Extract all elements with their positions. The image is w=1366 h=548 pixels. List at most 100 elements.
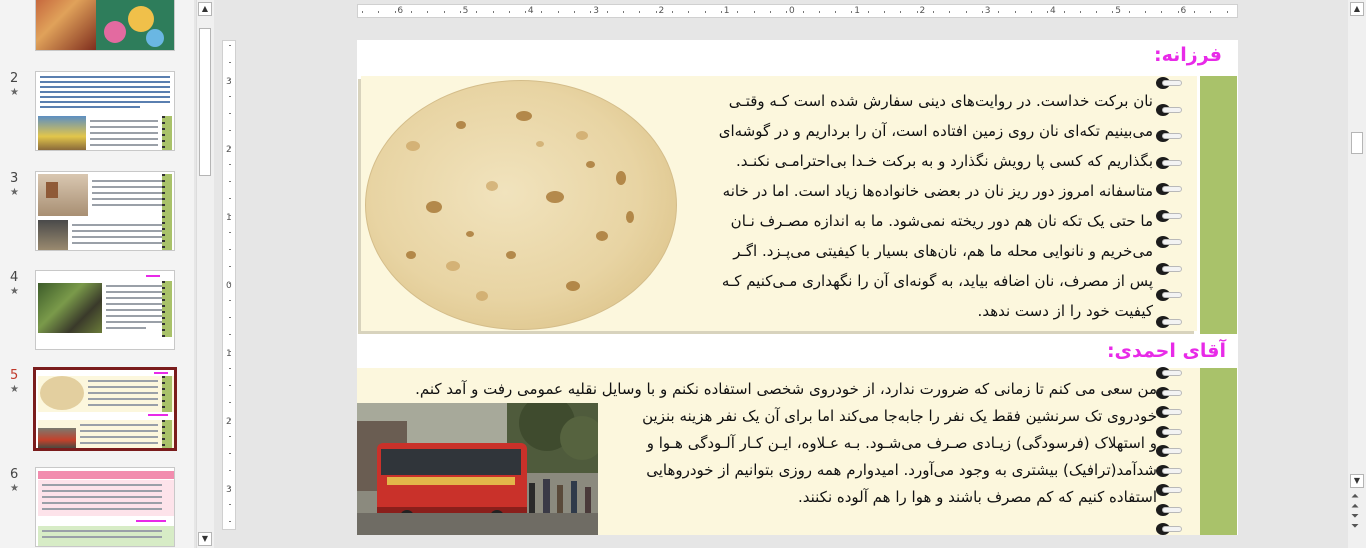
ruler-tick [229, 130, 231, 132]
ruler-tick [410, 11, 412, 13]
ruler-tick [229, 470, 231, 472]
slide-number: 4 [10, 270, 19, 285]
slide-number: 6 [10, 467, 19, 482]
ruler-tick [704, 11, 706, 13]
paragraph-line: می‌خریم و نانوایی محله ما هم، نان‌های بس… [733, 242, 1153, 260]
paragraph-line: شدآمد(ترافیک) بیشتری به وجود می‌آورد. ام… [646, 461, 1157, 479]
paragraph-line: ما حتی یک تکه نان هم دور ریخته نمی‌شود. … [730, 212, 1153, 230]
ruler-tick [1128, 11, 1130, 13]
slide-scrollbar[interactable]: ▲ ▼ ⏶ ⏶ ⏷ ⏷ [1348, 0, 1366, 548]
ruler-tick [492, 11, 494, 13]
paragraph-line: می‌بینیم تکه‌ای نان روی زمین افتاده است،… [718, 122, 1153, 140]
ruler-tick [443, 11, 445, 13]
ruler-tick [229, 96, 231, 98]
ruler-tick [541, 11, 543, 13]
ruler-tick [574, 11, 576, 13]
slide-thumbnail-5-selected[interactable] [33, 367, 177, 451]
ruler-tick [737, 11, 739, 13]
slide-canvas[interactable]: فرزانه: نان برکت خداست. در روایت‌های دین… [357, 40, 1238, 535]
notebook-spine [1200, 76, 1237, 334]
ring-icon [1156, 483, 1182, 497]
ruler-tick [1226, 11, 1228, 13]
scroll-thumb[interactable] [199, 28, 211, 176]
vertical-ruler[interactable]: 3210123 [222, 40, 236, 530]
ruler-tick [229, 436, 231, 438]
next-slide-icon[interactable]: ⏷ ⏷ [1351, 512, 1359, 532]
star-icon: ★ [10, 384, 19, 395]
ruler-tick [229, 334, 231, 336]
ruler-tick [508, 11, 510, 13]
ruler-number: 3 [593, 6, 599, 16]
star-icon: ★ [10, 483, 19, 494]
paragraph-ahmadi-intro[interactable]: من سعی می کنم تا زمانی که ضرورت ندارد، ا… [387, 376, 1157, 403]
ruler-number: 0 [788, 6, 795, 16]
ring-icon [1156, 156, 1182, 170]
ring-icon [1156, 425, 1182, 439]
horizontal-ruler[interactable]: 6 5 4 3 2 1 0 1 2 3 4 5 6 [357, 4, 1238, 18]
scroll-down-icon[interactable]: ▼ [1350, 474, 1364, 488]
scroll-down-icon[interactable]: ▼ [198, 532, 212, 546]
ruler-tick [786, 11, 788, 13]
slide-thumbnail-4[interactable] [35, 270, 175, 350]
ruler-tick [229, 453, 231, 455]
ruler-tick [606, 11, 608, 13]
ruler-tick [229, 113, 231, 115]
bread-spot [466, 231, 474, 237]
ruler-tick [998, 11, 1000, 13]
ruler-tick [1096, 11, 1098, 13]
ruler-tick [1030, 11, 1032, 13]
ruler-number: 4 [527, 6, 534, 16]
scroll-thumb[interactable] [1351, 132, 1363, 154]
bread-spot [576, 131, 588, 140]
ring-icon [1156, 103, 1182, 117]
ruler-tick [427, 11, 429, 13]
paragraph-line: کیفیت خود را از دست ندهد. [977, 302, 1153, 320]
paragraph-line: پس از مصرف، نان اضافه بیاید، به گونه‌ای … [721, 272, 1153, 290]
ruler-tick [965, 11, 967, 13]
scroll-up-icon[interactable]: ▲ [198, 2, 212, 16]
paragraph-farzaneh[interactable]: نان برکت خداست. در روایت‌های دینی سفارش … [685, 86, 1153, 326]
ruler-tick [229, 351, 231, 353]
bread-spot [406, 141, 420, 151]
ring-icon [1156, 366, 1182, 380]
ruler-tick [590, 11, 592, 13]
ruler-tick [933, 11, 935, 13]
ruler-number: 1 [723, 6, 730, 16]
ruler-tick [1047, 11, 1049, 13]
bread-spot [596, 231, 608, 241]
paragraph-ahmadi[interactable]: خودروی تک سرنشین فقط یک نفر را جابه‌جا م… [607, 403, 1157, 511]
bus-photo [357, 403, 598, 535]
ruler-tick [229, 164, 231, 166]
ruler-tick [229, 147, 231, 149]
ruler-tick [459, 11, 461, 13]
ruler-tick [688, 11, 690, 13]
ruler-tick [525, 11, 527, 13]
ruler-tick [229, 249, 231, 251]
ruler-tick [229, 181, 231, 183]
ruler-tick [229, 283, 231, 285]
slide-thumbnail-1[interactable] [35, 0, 175, 51]
ruler-tick [229, 62, 231, 63]
prev-slide-icon[interactable]: ⏶ ⏶ [1351, 492, 1359, 512]
bus-photo-drawing [357, 403, 598, 535]
slide-thumbnail-6[interactable] [35, 467, 175, 547]
slide-number: 5 [10, 368, 19, 383]
ring-icon [1156, 262, 1182, 276]
ruler-tick [1177, 11, 1179, 13]
heading-farzaneh[interactable]: فرزانه: [1154, 44, 1222, 66]
ruler-tick [655, 11, 657, 13]
ring-icon [1156, 182, 1182, 196]
thumbnail-scrollbar[interactable]: ▲ ▼ [196, 0, 214, 548]
scroll-up-icon[interactable]: ▲ [1350, 2, 1364, 16]
ring-icon [1156, 464, 1182, 478]
ruler-tick [623, 11, 625, 13]
ruler-number: 4 [1050, 6, 1056, 16]
heading-ahmadi[interactable]: آقای احمدی: [1107, 340, 1226, 362]
bread-spot [586, 161, 595, 168]
ruler-tick [949, 11, 951, 13]
ruler-tick [753, 11, 755, 13]
slide-thumbnail-3[interactable] [35, 171, 175, 251]
ring-icon [1156, 405, 1182, 419]
ruler-tick [1161, 11, 1163, 13]
slide-thumbnail-2[interactable] [35, 71, 175, 151]
